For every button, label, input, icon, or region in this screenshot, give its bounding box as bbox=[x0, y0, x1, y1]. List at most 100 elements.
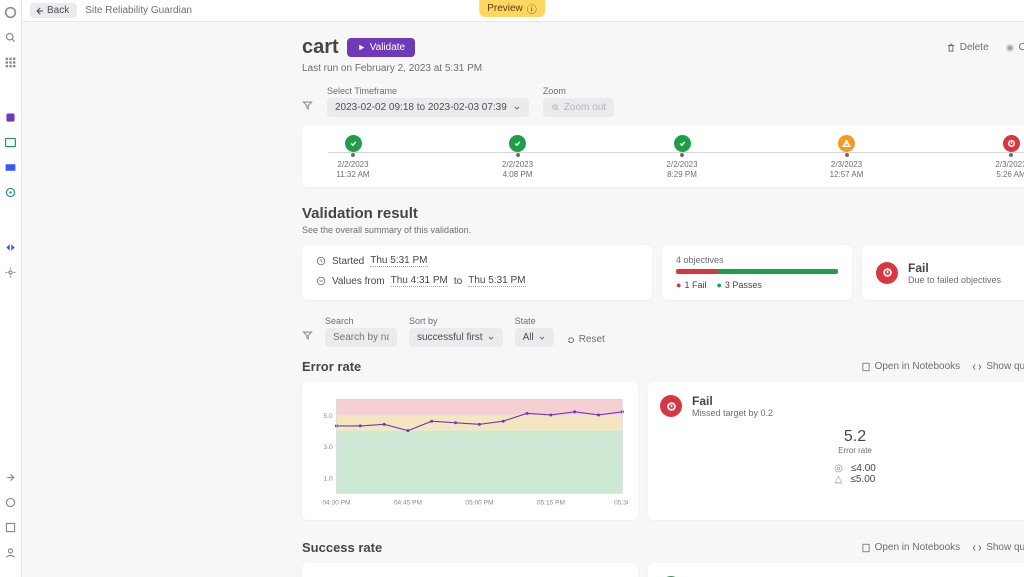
started-value: Thu 5:31 PM bbox=[370, 255, 427, 267]
error-rate-title: Error rate bbox=[302, 359, 361, 374]
logo-icon[interactable] bbox=[4, 6, 17, 19]
arrow-left-icon bbox=[34, 6, 44, 16]
code-icon bbox=[972, 362, 982, 372]
objectives-label: 4 objectives bbox=[676, 255, 838, 265]
code-icon bbox=[972, 543, 982, 553]
timeline-item[interactable]: 2/2/20234:08 PM bbox=[483, 135, 553, 179]
timeline-status-icon bbox=[1003, 135, 1020, 152]
main-content: cart Validate Delete Configure Last run … bbox=[22, 22, 1024, 577]
values-from-value: Thu 4:31 PM bbox=[391, 275, 448, 287]
timeframe-label: Select Timeframe bbox=[327, 86, 529, 96]
sort-value: successful first bbox=[417, 332, 483, 343]
nav-bottom-1-icon[interactable] bbox=[4, 471, 17, 484]
svg-text:3.0: 3.0 bbox=[324, 444, 333, 451]
preview-badge: Preview ⓘ bbox=[479, 0, 545, 17]
show-query-button-2[interactable]: Show query bbox=[972, 542, 1024, 553]
svg-text:05:30: 05:30 bbox=[614, 500, 628, 507]
configure-button[interactable]: Configure bbox=[1005, 42, 1024, 53]
timeline-date: 2/2/20234:08 PM bbox=[502, 160, 533, 179]
state-select[interactable]: All bbox=[515, 328, 554, 347]
success-rate-title: Success rate bbox=[302, 540, 382, 555]
reset-label: Reset bbox=[579, 334, 605, 345]
chevron-down-icon bbox=[513, 104, 521, 112]
overall-reason: Due to failed objectives bbox=[908, 275, 1001, 285]
last-run-text: Last run on February 2, 2023 at 5:31 PM bbox=[302, 63, 1024, 74]
validation-result-title: Validation result bbox=[302, 205, 1024, 222]
nav-gear-icon[interactable] bbox=[4, 266, 17, 279]
filter-icon-2[interactable] bbox=[302, 330, 313, 341]
timeline-date: 2/3/20235:26 AM bbox=[995, 160, 1024, 179]
nav-blue-icon[interactable] bbox=[4, 161, 17, 174]
apps-icon[interactable] bbox=[4, 56, 17, 69]
overall-status-card: Fail Due to failed objectives bbox=[862, 245, 1024, 300]
gear-icon bbox=[1005, 43, 1015, 53]
range-icon bbox=[316, 276, 326, 286]
timeframe-value: 2023-02-02 09:18 to 2023-02-03 07:39 bbox=[335, 102, 507, 113]
sort-label: Sort by bbox=[409, 316, 503, 326]
show-query-label: Show query bbox=[986, 361, 1024, 372]
error-rate-value: 5.2 bbox=[660, 428, 1024, 446]
play-icon bbox=[357, 43, 366, 52]
search-input[interactable] bbox=[325, 328, 397, 347]
nav-current-icon[interactable] bbox=[4, 241, 17, 254]
breadcrumb: Site Reliability Guardian bbox=[85, 5, 192, 16]
timeframe-select[interactable]: 2023-02-02 09:18 to 2023-02-03 07:39 bbox=[327, 98, 529, 117]
notebook-icon bbox=[861, 362, 871, 372]
error-status: Fail bbox=[692, 394, 773, 408]
chevron-down-icon bbox=[487, 334, 495, 342]
error-rate-chart: 1.03.05.004:30 PM04:45 PM05:00 PM05:15 P… bbox=[302, 382, 638, 520]
delete-button[interactable]: Delete bbox=[946, 42, 989, 53]
reset-button[interactable]: Reset bbox=[566, 334, 605, 345]
timeline-date: 2/3/202312:57 AM bbox=[830, 160, 864, 179]
fail-status-icon bbox=[876, 262, 898, 284]
timeline-item[interactable]: 2/2/202311:32 AM bbox=[318, 135, 388, 179]
zoom-out-icon bbox=[551, 103, 560, 112]
validate-label: Validate bbox=[370, 42, 405, 53]
timeline-date: 2/2/202311:32 AM bbox=[336, 160, 369, 179]
timeline-item[interactable]: 2/3/20235:26 AM bbox=[976, 135, 1024, 179]
clock-icon bbox=[316, 256, 326, 266]
notebook-icon bbox=[861, 543, 871, 553]
nav-green-icon[interactable] bbox=[4, 136, 17, 149]
svg-text:05:00 PM: 05:00 PM bbox=[465, 500, 493, 507]
svg-text:04:45 PM: 04:45 PM bbox=[394, 500, 422, 507]
error-warn: ≤5.00 bbox=[850, 474, 875, 485]
page-title: cart bbox=[302, 36, 339, 59]
values-to-label: to bbox=[454, 276, 462, 287]
nav-bottom-2-icon[interactable] bbox=[4, 496, 17, 509]
pass-count: 3 Passes bbox=[716, 280, 761, 290]
nav-settings-icon[interactable] bbox=[4, 186, 17, 199]
filter-icon[interactable] bbox=[302, 100, 313, 111]
objectives-bar bbox=[676, 269, 838, 274]
back-button[interactable]: Back bbox=[30, 3, 77, 18]
zoom-out-button[interactable]: Zoom out bbox=[543, 98, 614, 117]
timeline-status-icon bbox=[509, 135, 526, 152]
timeline-item[interactable]: 2/3/202312:57 AM bbox=[812, 135, 882, 179]
validation-result-subtitle: See the overall summary of this validati… bbox=[302, 225, 1024, 235]
nav-bottom-3-icon[interactable] bbox=[4, 521, 17, 534]
fail-count: 1 Fail bbox=[676, 280, 706, 290]
delete-label: Delete bbox=[960, 42, 989, 53]
nav-purple-icon[interactable] bbox=[4, 111, 17, 124]
timeline-status-icon bbox=[838, 135, 855, 152]
timeline-item[interactable]: 2/2/20238:29 PM bbox=[647, 135, 717, 179]
error-rate-label: Error rate bbox=[660, 446, 1024, 455]
back-label: Back bbox=[47, 5, 69, 16]
search-icon[interactable] bbox=[4, 31, 17, 44]
error-target: ≤4.00 bbox=[851, 463, 876, 474]
state-value: All bbox=[523, 332, 534, 343]
reset-icon bbox=[566, 335, 576, 345]
success-rate-side-card: Pass Hit target 100 Success rate ◎≥90 △≥… bbox=[648, 563, 1024, 577]
validate-button[interactable]: Validate bbox=[347, 38, 415, 57]
configure-label: Configure bbox=[1019, 42, 1024, 53]
sort-select[interactable]: successful first bbox=[409, 328, 503, 347]
nav-user-icon[interactable] bbox=[4, 546, 17, 559]
success-rate-chart: 20.040.060.080.0100.004:30 PM04:45 PM05:… bbox=[302, 563, 638, 577]
svg-text:1.0: 1.0 bbox=[324, 475, 333, 482]
show-query-button[interactable]: Show query bbox=[972, 361, 1024, 372]
values-from-label: Values from bbox=[332, 276, 385, 287]
overall-status: Fail bbox=[908, 261, 1001, 275]
svg-text:5.0: 5.0 bbox=[324, 413, 333, 420]
open-notebooks-button[interactable]: Open in Notebooks bbox=[861, 361, 961, 372]
open-notebooks-button-2[interactable]: Open in Notebooks bbox=[861, 542, 961, 553]
